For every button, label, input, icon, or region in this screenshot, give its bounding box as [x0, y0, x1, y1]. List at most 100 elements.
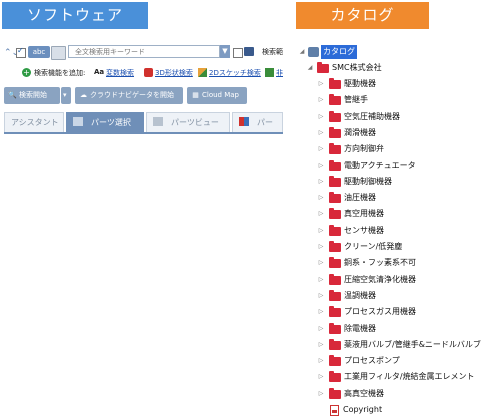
collapsed-triangle-icon[interactable]: ▷ [317, 272, 325, 288]
cloud-navigator-button[interactable]: ☁ クラウドナビゲータを開始 [75, 87, 183, 104]
tree-category[interactable]: ▷ プロセスガス用機器 [296, 304, 496, 320]
category-label[interactable]: 空気圧補助機器 [344, 109, 400, 125]
start-search-button[interactable]: 🔍 検索開始 [4, 87, 60, 104]
collapsed-triangle-icon[interactable]: ▷ [317, 109, 325, 125]
category-label[interactable]: 工業用フィルタ/焼結金属エレメント [344, 369, 475, 385]
3d-shape-search-link[interactable]: 3D形状検索 [155, 68, 193, 78]
folder-icon [329, 290, 341, 301]
category-label[interactable]: 除電機器 [344, 321, 376, 337]
book-icon[interactable] [244, 47, 254, 56]
category-label[interactable]: 電動アクチュエータ [344, 158, 416, 174]
add-function-label: 検索機能を追加: [34, 69, 86, 77]
category-label[interactable]: 薬液用バルブ/管継手&ニードルバルブ [344, 337, 481, 353]
folder-icon [329, 355, 341, 366]
tree-category[interactable]: ▷ 電動アクチュエータ [296, 158, 496, 174]
2d-sketch-icon [198, 68, 207, 77]
category-label[interactable]: 圧縮空気清浄化機器 [344, 272, 416, 288]
search-enable-checkbox[interactable] [16, 46, 26, 58]
expanded-triangle-icon[interactable]: ◢ [298, 44, 306, 60]
tree-category[interactable]: ▷ 銅系・フッ素系不可 [296, 255, 496, 271]
tab-assistant[interactable]: アシスタント [4, 112, 64, 132]
collapsed-triangle-icon[interactable]: ▷ [317, 288, 325, 304]
tab-more[interactable]: パー [232, 112, 283, 132]
expanded-triangle-icon[interactable]: ◢ [306, 60, 314, 76]
category-label[interactable]: 方向制御弁 [344, 141, 384, 157]
collapsed-triangle-icon[interactable]: ▷ [317, 174, 325, 190]
tree-category[interactable]: ▷ 圧縮空気清浄化機器 [296, 272, 496, 288]
folder-icon [329, 143, 341, 154]
collapsed-triangle-icon[interactable]: ▷ [317, 76, 325, 92]
category-label[interactable]: 温調機器 [344, 288, 376, 304]
tree-category[interactable]: ▷ 除電機器 [296, 321, 496, 337]
collapsed-triangle-icon[interactable]: ▷ [317, 125, 325, 141]
collapsed-triangle-icon[interactable]: ▷ [317, 386, 325, 402]
tree-category[interactable]: ▷ センサ機器 [296, 223, 496, 239]
variable-search-link[interactable]: 変数検索 [106, 68, 134, 78]
option-checkbox[interactable] [233, 48, 243, 58]
2d-sketch-search-link[interactable]: 2Dスケッチ検索 [209, 68, 261, 78]
collapsed-triangle-icon[interactable]: ▷ [317, 223, 325, 239]
tree-category[interactable]: ▷ 真空用機器 [296, 206, 496, 222]
collapsed-triangle-icon[interactable]: ▷ [317, 158, 325, 174]
tab-parts-view[interactable]: パーツビュー [146, 112, 230, 132]
collapsed-triangle-icon[interactable]: ▷ [317, 190, 325, 206]
category-label[interactable]: 高真空機器 [344, 386, 384, 402]
tree-category[interactable]: ▷ 駆動制御機器 [296, 174, 496, 190]
collapsed-triangle-icon[interactable]: ▷ [317, 304, 325, 320]
category-label[interactable]: 油圧機器 [344, 190, 376, 206]
collapsed-triangle-icon[interactable]: ▷ [317, 353, 325, 369]
cloud-map-button[interactable]: ▦ Cloud Map [187, 87, 247, 104]
category-label[interactable]: 潤滑機器 [344, 125, 376, 141]
company-label[interactable]: SMC株式会社 [332, 60, 382, 76]
fulltext-search-input[interactable]: 全文検索用キーワード [68, 45, 220, 58]
tree-copyright[interactable]: Copyright [296, 402, 396, 418]
tree-category[interactable]: ▷ 薬液用バルブ/管継手&ニードルバルブ [296, 337, 496, 353]
category-label[interactable]: プロセスガス用機器 [344, 304, 416, 320]
tree-root[interactable]: ◢ カタログ [296, 44, 416, 60]
catalog-root-label[interactable]: カタログ [321, 45, 357, 59]
collapsed-triangle-icon[interactable]: ▷ [317, 255, 325, 271]
category-label[interactable]: 駆動機器 [344, 76, 376, 92]
tree-category[interactable]: ▷ 方向制御弁 [296, 141, 496, 157]
tree-category[interactable]: ▷ 駆動機器 [296, 76, 496, 92]
collapsed-triangle-icon[interactable]: ▷ [317, 206, 325, 222]
copyright-label[interactable]: Copyright [343, 402, 382, 418]
tree-company[interactable]: ◢ SMC株式会社 [296, 60, 446, 76]
collapse-chevron-icon[interactable]: ⌃⌄ [4, 47, 19, 59]
category-label[interactable]: 銅系・フッ素系不可 [344, 255, 416, 271]
folder-icon [329, 192, 341, 203]
start-search-dropdown[interactable]: ▾ [61, 87, 71, 104]
collapsed-triangle-icon[interactable]: ▷ [317, 337, 325, 353]
add-search-function-row: + 検索機能を追加: Aa 変数検索 3D形状検索 2Dスケッチ検索 非 [22, 68, 283, 80]
tree-category[interactable]: ▷ 高真空機器 [296, 386, 496, 402]
collapsed-triangle-icon[interactable]: ▷ [317, 141, 325, 157]
tree-category[interactable]: ▷ 空気圧補助機器 [296, 109, 496, 125]
tab-parts-selection[interactable]: パーツ選択 [66, 112, 144, 132]
tree-category[interactable]: ▷ プロセスポンプ [296, 353, 496, 369]
collapsed-triangle-icon[interactable]: ▷ [317, 321, 325, 337]
collapsed-triangle-icon[interactable]: ▷ [317, 369, 325, 385]
tree-category[interactable]: ▷ 油圧機器 [296, 190, 496, 206]
text-search-mode-button[interactable]: abc [28, 46, 50, 58]
folder-icon [329, 257, 341, 268]
folder-icon [329, 323, 341, 334]
tree-category[interactable]: ▷ 管継手 [296, 92, 496, 108]
category-label[interactable]: 真空用機器 [344, 206, 384, 222]
category-label[interactable]: 駆動制御機器 [344, 174, 392, 190]
tree-category[interactable]: ▷ 温調機器 [296, 288, 496, 304]
collapsed-triangle-icon[interactable]: ▷ [317, 239, 325, 255]
tree-category[interactable]: ▷ 工業用フィルタ/焼結金属エレメント [296, 369, 496, 385]
tree-category[interactable]: ▷ 潤滑機器 [296, 125, 496, 141]
category-label[interactable]: プロセスポンプ [344, 353, 400, 369]
chevron-down-icon[interactable]: ▼ [220, 45, 230, 58]
more-function-link[interactable]: 非 [276, 68, 283, 78]
search-icon[interactable] [51, 46, 66, 60]
search-icon: 🔍 [8, 91, 17, 99]
parts-view-icon [153, 117, 163, 126]
category-label[interactable]: センサ機器 [344, 223, 384, 239]
category-label[interactable]: クリーン/低発塵 [344, 239, 402, 255]
category-label[interactable]: 管継手 [344, 92, 368, 108]
collapsed-triangle-icon[interactable]: ▷ [317, 92, 325, 108]
tree-category[interactable]: ▷ クリーン/低発塵 [296, 239, 496, 255]
software-panel: ⌃⌄ abc 全文検索用キーワード ▼ 検索範 + 検索機能を追加: Aa 変数… [0, 42, 283, 147]
